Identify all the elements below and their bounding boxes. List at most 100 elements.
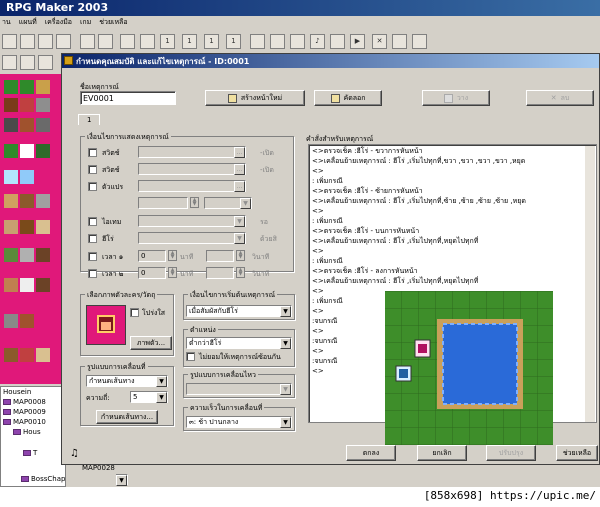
item-checkbox[interactable] [88, 217, 97, 226]
new-project-icon[interactable] [2, 34, 17, 49]
command-line[interactable]: : เพิ่มกรณี [312, 257, 343, 265]
map-tree-dropdown[interactable]: ▼ [116, 474, 128, 486]
command-line[interactable]: <>เคลื่อนย้ายเหตุการณ์ : ฮีโร่ ,เริ่มไปท… [312, 277, 478, 285]
close-project-icon[interactable] [38, 34, 53, 49]
palette-tile[interactable] [20, 194, 34, 208]
cancel-button[interactable]: ยกเลิก [417, 445, 467, 461]
palette-tile[interactable] [4, 118, 18, 132]
help-button[interactable]: ช่วยเหลือ [556, 445, 598, 461]
search-icon[interactable] [330, 34, 345, 49]
fullscreen-icon[interactable]: ✕ [372, 34, 387, 49]
palette-tile[interactable] [20, 348, 34, 362]
timer2-second-spinner[interactable]: ▲ ▼ [236, 267, 245, 278]
palette-tile[interactable] [4, 144, 18, 158]
music-icon[interactable]: ♪ [310, 34, 325, 49]
palette-tile[interactable] [20, 170, 34, 184]
speed-select[interactable]: ๓: ช้า ปานกลาง ▼ [186, 416, 292, 428]
tree-item[interactable]: BossChapter1 [21, 475, 65, 483]
palette-tile[interactable] [20, 220, 34, 234]
overlap-checkbox[interactable] [186, 352, 195, 361]
zoom-1-4-icon[interactable]: 1 [204, 34, 219, 49]
menu-item-file[interactable]: าน [2, 17, 11, 31]
variable-compare-select[interactable]: ▼ [204, 197, 252, 209]
timer1-second-spinner[interactable]: ▲ ▼ [236, 250, 245, 261]
new-page-button[interactable]: สร้างหน้าใหม่ [205, 90, 305, 106]
resource-icon[interactable] [270, 34, 285, 49]
tree-item[interactable]: T [23, 449, 37, 457]
layer-event-icon[interactable] [120, 34, 135, 49]
command-line[interactable]: :จบกรณี [312, 317, 337, 325]
timer2-minute-field[interactable]: 0 [138, 267, 166, 279]
palette-tile[interactable] [20, 314, 34, 328]
tree-item[interactable]: MAP0028 [82, 464, 115, 472]
command-line[interactable]: <>เคลื่อนย้ายเหตุการณ์ : ฮีโร่ ,เริ่มไปท… [312, 237, 478, 245]
route-button[interactable]: กำหนดเส้นทาง... [96, 410, 158, 424]
pencil-icon[interactable] [2, 55, 17, 70]
command-line[interactable]: <>ตรวจเช็ค :ฮีโร่ - ลงการหันหน้า [312, 267, 418, 275]
script-icon[interactable] [290, 34, 305, 49]
command-line[interactable]: <> [312, 287, 324, 295]
timer1-minute-field[interactable]: 0 [138, 250, 166, 262]
palette-tile[interactable] [36, 118, 50, 132]
magnifier-icon[interactable] [20, 55, 35, 70]
palette-tile[interactable] [36, 80, 50, 94]
select-graphic-button[interactable]: ภาพตัว... [130, 336, 172, 350]
command-line[interactable]: :จบกรณี [312, 357, 337, 365]
command-line[interactable]: : เพิ่มกรณี [312, 217, 343, 225]
palette-tile[interactable] [20, 118, 34, 132]
transparent-checkbox[interactable] [130, 308, 139, 317]
hero-select[interactable]: ▼ [138, 232, 246, 244]
layer-upper-icon[interactable] [98, 34, 113, 49]
palette-tile[interactable] [20, 80, 34, 94]
command-line[interactable]: <>ตรวจเช็ค :ฮีโร่ - ซ้ายการหันหน้า [312, 187, 423, 195]
command-line[interactable]: <>เคลื่อนย้ายเหตุการณ์ : ฮีโร่ ,เริ่มไปท… [312, 157, 525, 165]
command-scrollbar[interactable] [585, 146, 595, 422]
timer1-second-field[interactable] [206, 250, 234, 262]
menu-item-game[interactable]: เกม [80, 17, 91, 31]
palette-tile[interactable] [4, 314, 18, 328]
switch2-select[interactable]: … [138, 163, 246, 175]
palette-tile[interactable] [4, 348, 18, 362]
variable-checkbox[interactable] [88, 182, 97, 191]
palette-tile[interactable] [36, 278, 50, 292]
switch2-checkbox[interactable] [88, 165, 97, 174]
palette-tile[interactable] [20, 144, 34, 158]
palette-tile[interactable] [36, 220, 50, 234]
item-select[interactable]: ▼ [138, 215, 246, 227]
game-icon[interactable] [412, 34, 427, 49]
save-icon[interactable] [56, 34, 71, 49]
command-line[interactable]: : เพิ่มกรณี [312, 177, 343, 185]
command-line[interactable]: : เพิ่มกรณี [312, 297, 343, 305]
timer2-second-field[interactable] [206, 267, 234, 279]
zoom-1-8-icon[interactable]: 1 [226, 34, 241, 49]
shape-icon[interactable] [38, 55, 53, 70]
tree-item[interactable]: Hous [13, 428, 41, 436]
copy-page-button[interactable]: คัดลอก [314, 90, 382, 106]
tree-item[interactable]: Housein [3, 388, 31, 396]
title-icon[interactable] [392, 34, 407, 49]
command-line[interactable]: :จบกรณี [312, 337, 337, 345]
event-graphic-preview[interactable] [86, 305, 126, 345]
timer2-minute-spinner[interactable]: ▲ ▼ [168, 267, 177, 278]
command-line[interactable]: <> [312, 367, 324, 375]
frequency-select[interactable]: 5 ▼ [130, 391, 168, 403]
palette-tile[interactable] [4, 248, 18, 262]
command-line[interactable]: <> [312, 307, 324, 315]
ok-button[interactable]: ตกลง [346, 445, 396, 461]
tree-item[interactable]: MAP0010 [3, 418, 46, 426]
movement-type-select[interactable]: กำหนดเส้นทาง ▼ [86, 375, 168, 387]
variable-select[interactable]: … [138, 180, 246, 192]
tree-item[interactable]: MAP0009 [3, 408, 46, 416]
palette-tile[interactable] [20, 278, 34, 292]
zoom-1-2-icon[interactable]: 1 [182, 34, 197, 49]
command-line[interactable]: <>ตรวจเช็ค :ฮีโร่ - บนการหันหน้า [312, 227, 419, 235]
command-line[interactable]: <> [312, 167, 324, 175]
command-line[interactable]: <> [312, 327, 324, 335]
timer1-checkbox[interactable] [88, 252, 97, 261]
palette-tile[interactable] [4, 98, 18, 112]
palette-tile[interactable] [36, 248, 50, 262]
delete-page-button[interactable]: ✕ ลบ [526, 90, 594, 106]
command-line[interactable]: <>เคลื่อนย้ายเหตุการณ์ : ฮีโร่ ,เริ่มไปท… [312, 197, 526, 205]
animation-select[interactable]: ▼ [186, 383, 292, 395]
timer2-checkbox[interactable] [88, 269, 97, 278]
